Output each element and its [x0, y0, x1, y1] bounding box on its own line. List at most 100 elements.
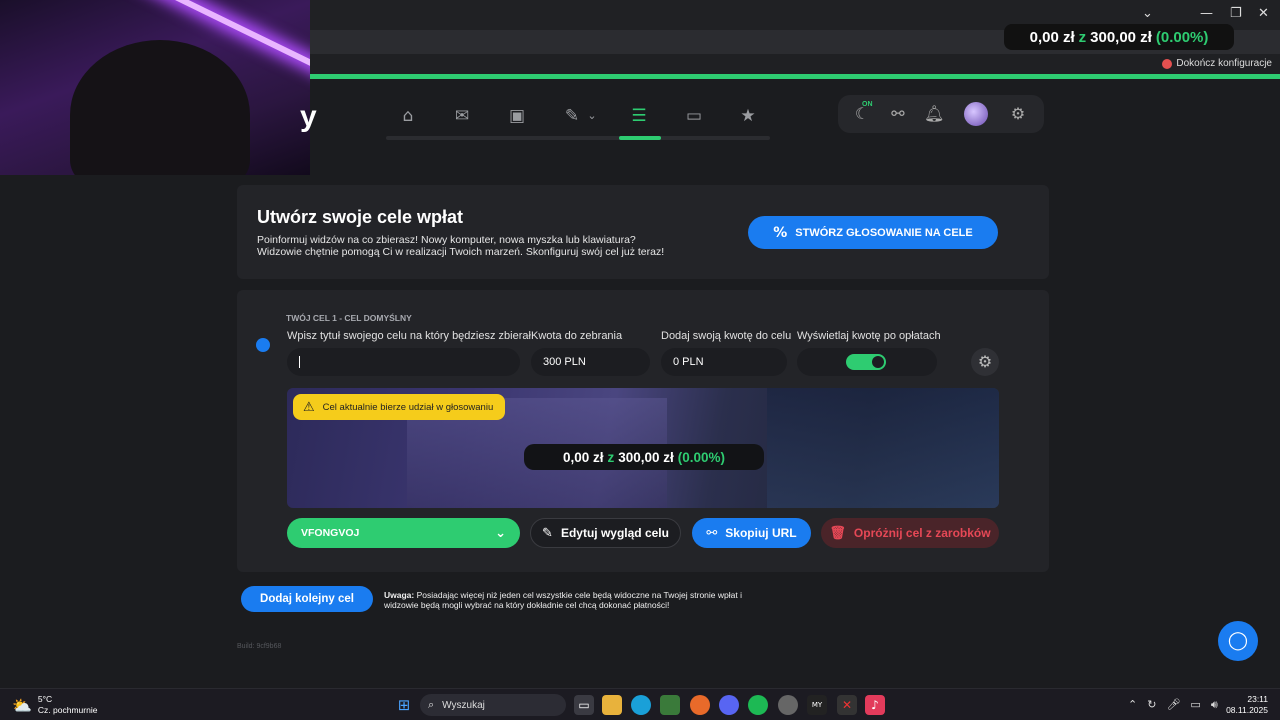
app-logo[interactable]: y — [300, 100, 317, 134]
banner-bg-right — [767, 388, 999, 508]
desc-line-1: Poinformuj widzów na co zbierasz! Nowy k… — [257, 234, 636, 246]
file-explorer-icon[interactable] — [602, 695, 622, 715]
note-bold: Uwaga: — [384, 590, 415, 600]
volume-icon[interactable]: 🔊︎ — [1211, 698, 1218, 712]
text-caret — [299, 356, 300, 368]
overlay-amount: 0,00 zł — [1029, 28, 1075, 46]
banner-target: 300,00 zł — [618, 449, 674, 465]
banner-z: z — [607, 449, 615, 465]
overlay-percent: (0.00%) — [1155, 28, 1209, 46]
warning-icon: ⚠ — [303, 399, 315, 415]
title-label: Wpisz tytuł swojego celu na który będzie… — [287, 330, 531, 342]
goal-radio[interactable] — [256, 338, 270, 352]
chevron-up-icon[interactable]: ⌃ — [1128, 698, 1137, 712]
minimize-icon[interactable]: — — [1200, 6, 1213, 21]
task-view-icon[interactable]: ▭ — [574, 695, 594, 715]
gear-icon[interactable]: ⚙ — [1008, 104, 1028, 124]
display-icon[interactable]: ▭ — [1190, 698, 1200, 712]
goals-note: Uwaga: Posiadając więcej niż jeden cel w… — [384, 590, 774, 610]
home-icon[interactable]: ⌂ — [398, 106, 418, 126]
main-nav: ⌂ ✉ ▣ ✎ ⌄ ☰ ▭ ★ — [386, 98, 770, 142]
toggle-knob — [872, 356, 884, 368]
goal-subtitle: TWÓJ CEL 1 - CEL DOMYŚLNY — [286, 313, 412, 323]
edit-look-label: Edytuj wygląd celu — [560, 526, 669, 540]
tiktok-icon[interactable]: ♪ — [865, 695, 885, 715]
chevron-down-icon[interactable]: ⌄ — [582, 106, 602, 126]
weather-widget[interactable]: ⛅ 5°C Cz. pochmurnie — [12, 694, 97, 716]
weather-desc: Cz. pochmurnie — [37, 705, 98, 715]
build-version: Build: 9cf9b68 — [237, 643, 282, 650]
style-select-value: VFONGVOJ — [301, 527, 360, 539]
accent-progress-line — [310, 74, 1280, 79]
windows-taskbar: ⛅ 5°C Cz. pochmurnie ⊞ ⌕ Wyszukaj ▭ MY ✕… — [0, 688, 1280, 720]
star-icon[interactable]: ★ — [738, 106, 758, 126]
chevron-down-icon[interactable]: ⌄ — [1142, 6, 1153, 21]
edit-icon[interactable]: ✎ — [562, 106, 582, 126]
discord-icon[interactable] — [719, 695, 739, 715]
cloud-sun-icon: ⛅ — [12, 695, 32, 715]
copy-url-button[interactable]: ⚯ Skopiuj URL — [692, 518, 811, 548]
voting-warning-badge: ⚠ Cel aktualnie bierze udział w głosowan… — [293, 394, 506, 420]
header-card: Utwórz swoje cele wpłat Poinformuj widzó… — [237, 185, 1049, 279]
add-goal-button[interactable]: Dodaj kolejny cel — [241, 586, 373, 612]
system-tray: ⌃ ↻ 🎤︎ ▭ 🔊︎ — [1128, 698, 1218, 712]
taskbar-search[interactable]: ⌕ Wyszukaj — [420, 694, 566, 716]
app-icon-x[interactable]: ✕ — [837, 695, 857, 715]
empty-goal-button[interactable]: 🗑︎ Opróżnij cel z zarobków — [821, 518, 999, 548]
style-select[interactable]: VFONGVOJ ⌄ — [287, 518, 520, 548]
archive-icon[interactable]: ▣ — [507, 106, 527, 126]
search-placeholder: Wyszukaj — [442, 699, 485, 711]
avatar[interactable] — [964, 102, 988, 126]
goal-card: TWÓJ CEL 1 - CEL DOMYŚLNY Wpisz tytuł sw… — [237, 290, 1049, 572]
bell-icon[interactable]: 🔔︎ — [924, 104, 944, 124]
chevron-down-icon: ⌄ — [495, 525, 506, 541]
taskbar-clock[interactable]: 23:11 08.11.2025 — [1226, 694, 1268, 716]
link-icon[interactable]: ⚯ — [888, 104, 908, 124]
clock-time: 23:11 — [1247, 694, 1268, 704]
percent-icon: % — [773, 224, 788, 241]
search-icon: ⌕ — [428, 698, 435, 711]
spotify-icon[interactable] — [748, 695, 768, 715]
fees-toggle[interactable] — [846, 354, 886, 370]
goal-overlay-widget: 0,00 zł z 300,00 zł (0.00%) — [1004, 24, 1234, 50]
edge-icon[interactable] — [631, 695, 651, 715]
page-title: Utwórz swoje cele wpłat — [257, 207, 464, 227]
inbox-icon[interactable]: ✉ — [452, 106, 472, 126]
note-text: Posiadając więcej niż jeden cel wszystki… — [384, 590, 742, 610]
chat-support-icon[interactable]: ◯ — [1218, 621, 1258, 661]
goal-settings-gear-icon[interactable]: ⚙ — [971, 348, 999, 376]
edit-look-button[interactable]: ✎ Edytuj wygląd celu — [530, 518, 681, 548]
restore-icon[interactable]: ❐ — [1230, 6, 1242, 21]
goal-preview-banner: ⚠ Cel aktualnie bierze udział w głosowan… — [287, 388, 999, 508]
nav-active-indicator — [619, 136, 661, 140]
app-icon-my[interactable]: MY — [807, 695, 827, 715]
goal-amount-value: 300 PLN — [543, 356, 586, 368]
webcam-overlay — [0, 0, 310, 175]
goal-amount-input[interactable]: 300 PLN — [531, 348, 650, 376]
fees-toggle-wrap — [797, 348, 937, 376]
add-goal-label: Dodaj kolejny cel — [260, 593, 354, 605]
overlay-z: z — [1078, 28, 1087, 46]
banner-percent: (0.00%) — [677, 449, 726, 465]
desc-line-2: Widzowie chętnie pomogą Ci w realizacji … — [257, 246, 665, 258]
create-vote-button[interactable]: % STWÓRZ GŁOSOWANIE NA CELE — [748, 216, 998, 249]
warning-text: Cel aktualnie bierze udział w głosowaniu — [322, 401, 494, 413]
own-amount-label: Dodaj swoją kwotę do celu — [661, 330, 792, 342]
windows-start-icon[interactable]: ⊞ — [394, 695, 414, 715]
steam-icon[interactable] — [778, 695, 798, 715]
firefox-icon[interactable] — [690, 695, 710, 715]
weather-temp: 5°C — [37, 694, 53, 704]
goal-title-input[interactable] — [287, 348, 520, 376]
empty-goal-label: Opróżnij cel z zarobków — [853, 526, 991, 540]
overlay-target: 300,00 zł — [1090, 28, 1152, 46]
finish-config-link[interactable]: Dokończ konfiguracje — [1162, 58, 1272, 69]
window-icon[interactable]: ▭ — [684, 106, 704, 126]
sync-icon[interactable]: ↻ — [1147, 698, 1156, 712]
fees-label: Wyświetlaj kwotę po opłatach — [797, 330, 941, 342]
own-amount-input[interactable]: 0 PLN — [661, 348, 787, 376]
mic-icon[interactable]: 🎤︎ — [1166, 698, 1180, 712]
close-icon[interactable]: ✕ — [1258, 6, 1269, 21]
trash-icon: 🗑︎ — [829, 525, 846, 541]
goals-icon[interactable]: ☰ — [629, 106, 649, 126]
store-icon[interactable] — [660, 695, 680, 715]
